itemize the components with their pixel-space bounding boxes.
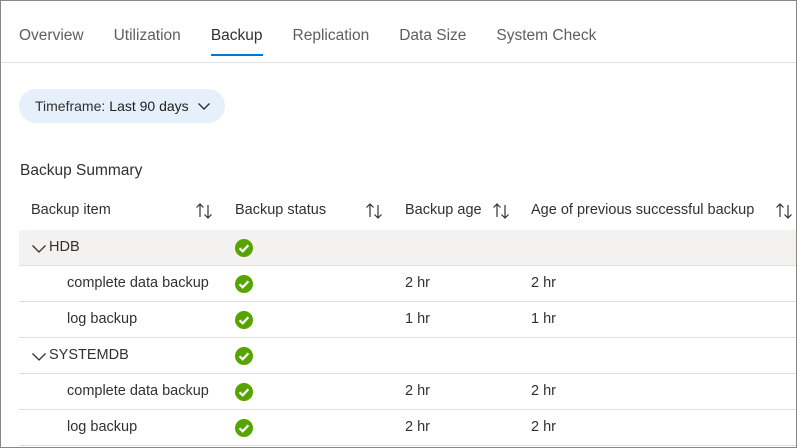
tab-divider bbox=[1, 62, 796, 63]
backup-age: 2 hr bbox=[405, 383, 430, 399]
table-row[interactable]: complete data backup 2 hr 2 hr bbox=[19, 266, 796, 302]
tab-overview[interactable]: Overview bbox=[19, 25, 84, 57]
column-header-prev-successful[interactable]: Age of previous successful backup bbox=[531, 202, 754, 218]
column-header-backup-item[interactable]: Backup item bbox=[31, 202, 111, 218]
backup-age: 2 hr bbox=[405, 275, 430, 291]
section-title: Backup Summary bbox=[20, 162, 143, 179]
sort-icon[interactable] bbox=[491, 201, 511, 221]
backup-summary-table: Backup item Backup status Backup age Age… bbox=[19, 193, 796, 446]
timeframe-label: Timeframe: bbox=[35, 98, 106, 114]
column-header-backup-age[interactable]: Backup age bbox=[405, 202, 482, 218]
table-row-group-hdb[interactable]: HDB bbox=[19, 230, 796, 266]
prev-successful-age: 2 hr bbox=[531, 383, 556, 399]
chevron-down-icon bbox=[197, 103, 210, 110]
prev-successful-age: 2 hr bbox=[531, 275, 556, 291]
tab-data-size[interactable]: Data Size bbox=[399, 25, 466, 57]
success-check-icon bbox=[235, 275, 253, 293]
sort-icon[interactable] bbox=[194, 201, 214, 221]
tab-bar: Overview Utilization Backup Replication … bbox=[19, 25, 626, 59]
backup-panel: Overview Utilization Backup Replication … bbox=[0, 0, 797, 448]
sort-icon[interactable] bbox=[774, 201, 794, 221]
table-row[interactable]: complete data backup 2 hr 2 hr bbox=[19, 374, 796, 410]
column-header-backup-status[interactable]: Backup status bbox=[235, 202, 326, 218]
success-check-icon bbox=[235, 239, 253, 257]
tab-system-check[interactable]: System Check bbox=[496, 25, 596, 57]
backup-item: log backup bbox=[67, 419, 138, 435]
sort-icon[interactable] bbox=[364, 201, 384, 221]
tab-replication[interactable]: Replication bbox=[293, 25, 370, 57]
backup-item: complete data backup bbox=[67, 383, 209, 399]
prev-successful-age: 2 hr bbox=[531, 419, 556, 435]
success-check-icon bbox=[235, 311, 253, 329]
timeframe-value: Last 90 days bbox=[109, 98, 189, 114]
backup-age: 1 hr bbox=[405, 311, 430, 327]
table-row[interactable]: log backup 1 hr 1 hr bbox=[19, 302, 796, 338]
success-check-icon bbox=[235, 419, 253, 437]
timeframe-dropdown[interactable]: Timeframe: Last 90 days bbox=[19, 89, 225, 123]
group-label: SYSTEMDB bbox=[49, 347, 129, 363]
backup-item: log backup bbox=[67, 311, 138, 327]
chevron-down-icon[interactable] bbox=[31, 349, 47, 365]
backup-age: 2 hr bbox=[405, 419, 430, 435]
tab-utilization[interactable]: Utilization bbox=[114, 25, 181, 57]
group-label: HDB bbox=[49, 239, 80, 255]
prev-successful-age: 1 hr bbox=[531, 311, 556, 327]
tab-backup[interactable]: Backup bbox=[210, 25, 263, 57]
table-row[interactable]: log backup 2 hr 2 hr bbox=[19, 410, 796, 446]
success-check-icon bbox=[235, 347, 253, 365]
success-check-icon bbox=[235, 383, 253, 401]
backup-item: complete data backup bbox=[67, 275, 209, 291]
chevron-down-icon[interactable] bbox=[31, 241, 47, 257]
table-header: Backup item Backup status Backup age Age… bbox=[19, 193, 796, 230]
table-row-group-systemdb[interactable]: SYSTEMDB bbox=[19, 338, 796, 374]
